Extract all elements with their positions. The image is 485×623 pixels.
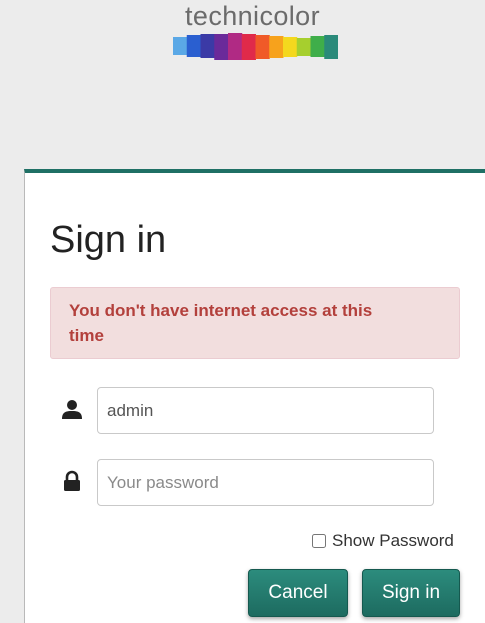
cancel-button[interactable]: Cancel — [248, 569, 348, 617]
logo-bar — [214, 34, 229, 60]
logo-bar — [200, 34, 215, 58]
logo-bar — [228, 33, 243, 60]
logo-bar — [283, 37, 298, 57]
logo-bar — [324, 35, 338, 59]
logo-bar — [310, 36, 325, 57]
logo-bar — [173, 37, 188, 55]
logo-bar — [186, 35, 201, 57]
logo-wordmark: technicolor — [185, 1, 320, 31]
login-card: Sign in You don't have internet access a… — [24, 169, 485, 623]
error-alert: You don't have internet access at this t… — [50, 287, 460, 359]
logo-color-bars-icon — [173, 33, 338, 60]
show-password-toggle[interactable]: Show Password — [312, 531, 454, 551]
logo-bar — [255, 35, 270, 59]
login-page: technicolor Sign in You don't have inter… — [0, 0, 485, 623]
sign-in-button[interactable]: Sign in — [362, 569, 460, 617]
user-icon — [62, 400, 82, 419]
logo-bar — [241, 34, 256, 60]
page-title: Sign in — [50, 219, 167, 261]
logo-bar — [296, 38, 311, 56]
password-field[interactable] — [97, 459, 434, 506]
lock-icon — [64, 470, 80, 491]
username-field[interactable] — [97, 387, 434, 434]
show-password-checkbox[interactable] — [312, 534, 326, 548]
logo-bar — [269, 36, 284, 58]
show-password-label: Show Password — [332, 531, 454, 550]
technicolor-logo: technicolor — [173, 0, 338, 64]
